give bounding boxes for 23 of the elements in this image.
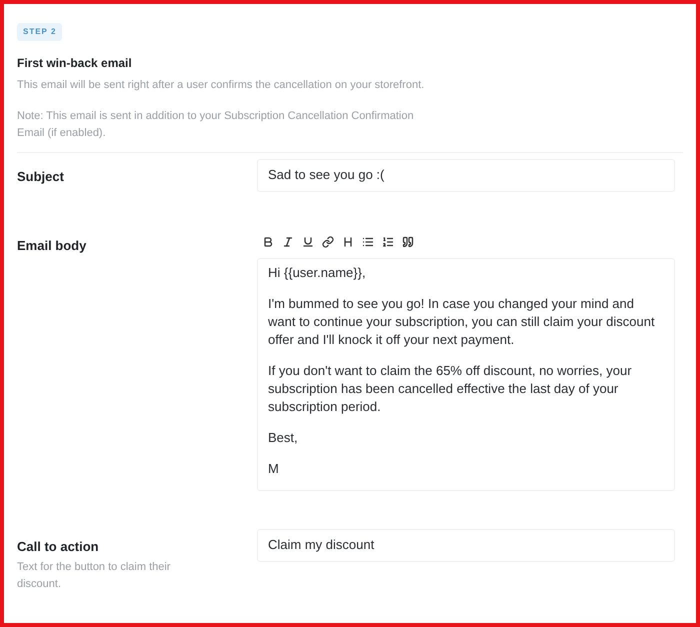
email-paragraph: I'm bummed to see you go! In case you changed your mind and want to continue your subscription, you can still claim your discount offer and I'll knock it off your next payment. xyxy=(268,294,656,348)
field-label: Call to action xyxy=(17,538,100,556)
email-paragraph: M xyxy=(268,460,280,478)
link-icon[interactable] xyxy=(322,236,334,248)
text-field[interactable]: Sad to see you go :( xyxy=(257,158,675,192)
section-title: First win-back email xyxy=(17,55,133,72)
bold-icon[interactable] xyxy=(262,236,274,248)
italic-icon[interactable] xyxy=(282,236,294,248)
field-help-text: Text for the button to claim their discount. xyxy=(17,560,172,592)
underline-icon[interactable] xyxy=(302,236,314,248)
heading-icon[interactable] xyxy=(342,236,354,248)
email-paragraph: If you don't want to claim the 65% off discount, no worries, your subscription has been cancelled effective the last day of your subscription period. xyxy=(268,362,633,416)
section-note: Note: This email is sent in addition to your Subscription Cancellation Confirmation Email (if enabled). xyxy=(17,108,415,140)
field-label: Email body xyxy=(17,236,88,255)
email-paragraph: Best, xyxy=(268,428,299,446)
section-description: This email will be sent right after a user confirms the cancellation on your storefront. xyxy=(17,78,426,93)
text-field[interactable]: Claim my discount xyxy=(257,528,675,562)
field-label: Subject xyxy=(17,168,65,186)
bullet-list-icon[interactable] xyxy=(362,236,374,248)
step-badge: STEP 2 xyxy=(17,23,62,41)
quote-icon[interactable] xyxy=(402,236,414,248)
email-paragraph: Hi {{user.name}}, xyxy=(268,264,367,282)
numbered-list-icon[interactable] xyxy=(382,236,394,248)
